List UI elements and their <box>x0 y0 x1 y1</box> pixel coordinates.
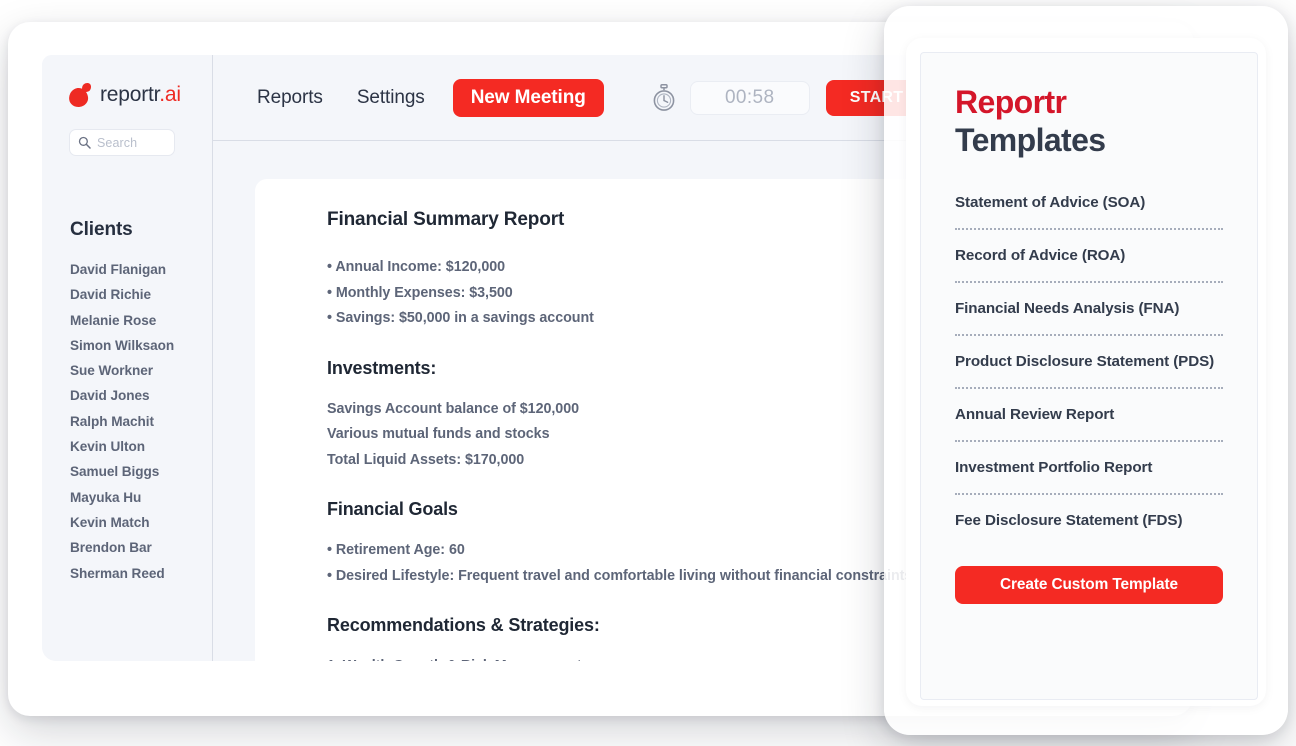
templates-title-brand: Reportr <box>955 84 1067 120</box>
templates-title-plain: Templates <box>955 122 1106 158</box>
templates-panel: Reportr Templates Statement of Advice (S… <box>920 52 1258 700</box>
template-list-item[interactable]: Product Disclosure Statement (PDS) <box>955 352 1223 387</box>
client-list-item[interactable]: Ralph Machit <box>70 409 210 434</box>
templates-panel-title: Reportr Templates <box>955 83 1223 159</box>
clients-list: David Flanigan David Richie Melanie Rose… <box>70 257 210 586</box>
template-list-item[interactable]: Annual Review Report <box>955 405 1223 440</box>
client-list-item[interactable]: Mayuka Hu <box>70 485 210 510</box>
client-list-item[interactable]: Simon Wilksaon <box>70 333 210 358</box>
client-list-item[interactable]: Sue Workner <box>70 358 210 383</box>
timer-value-field[interactable]: 00:58 <box>689 80 810 115</box>
screenshot-stage: reportr.ai Search Clients David Flanigan… <box>0 0 1296 746</box>
template-separator <box>955 334 1223 336</box>
client-list-item[interactable]: Samuel Biggs <box>70 459 210 484</box>
client-list-item[interactable]: Kevin Ulton <box>70 434 210 459</box>
template-separator <box>955 440 1223 442</box>
client-list-item[interactable]: Brendon Bar <box>70 535 210 560</box>
create-custom-template-button[interactable]: Create Custom Template <box>955 566 1223 604</box>
search-icon <box>78 136 91 149</box>
brand-logo[interactable]: reportr.ai <box>42 55 212 109</box>
new-meeting-button[interactable]: New Meeting <box>452 78 604 117</box>
client-list-item[interactable]: Melanie Rose <box>70 308 210 333</box>
search-input[interactable]: Search <box>69 129 175 156</box>
template-list-item[interactable]: Fee Disclosure Statement (FDS) <box>955 511 1223 546</box>
template-list-item[interactable]: Financial Needs Analysis (FNA) <box>955 299 1223 334</box>
client-list-item[interactable]: David Richie <box>70 282 210 307</box>
templates-overlay-window: Reportr Templates Statement of Advice (S… <box>884 6 1288 735</box>
template-list-item[interactable]: Statement of Advice (SOA) <box>955 193 1223 228</box>
template-list-item[interactable]: Investment Portfolio Report <box>955 458 1223 493</box>
timer-group: 00:58 <box>651 80 810 115</box>
nav-item-reports[interactable]: Reports <box>257 87 323 109</box>
brand-name: reportr.ai <box>100 83 181 107</box>
templates-list: Statement of Advice (SOA) Record of Advi… <box>955 193 1223 546</box>
search-placeholder: Search <box>97 135 138 150</box>
clients-heading: Clients <box>70 219 133 240</box>
nav-item-settings[interactable]: Settings <box>357 87 425 109</box>
client-list-item[interactable]: Kevin Match <box>70 510 210 535</box>
client-list-item[interactable]: David Flanigan <box>70 257 210 282</box>
stopwatch-icon <box>653 83 675 111</box>
sidebar: reportr.ai Search Clients David Flanigan… <box>42 55 213 661</box>
template-separator <box>955 493 1223 495</box>
berry-logo-icon <box>67 83 91 109</box>
template-separator <box>955 281 1223 283</box>
client-list-item[interactable]: David Jones <box>70 383 210 408</box>
template-separator <box>955 387 1223 389</box>
client-list-item[interactable]: Sherman Reed <box>70 561 210 586</box>
brand-tld-text: .ai <box>159 83 181 106</box>
template-list-item[interactable]: Record of Advice (ROA) <box>955 246 1223 281</box>
brand-name-text: reportr <box>100 83 160 106</box>
template-separator <box>955 228 1223 230</box>
